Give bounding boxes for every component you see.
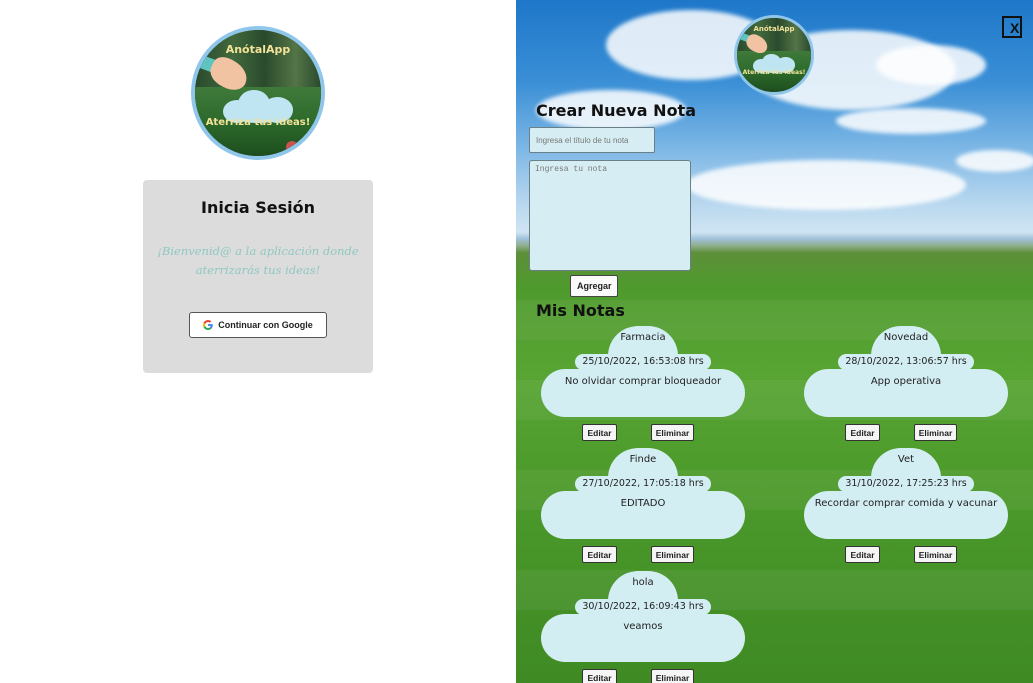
logo-tagline: Aterriza tus ideas! — [742, 68, 806, 76]
note-title: Farmacia — [608, 326, 678, 356]
app-logo-small: AnótalApp Aterriza tus ideas! — [734, 15, 814, 95]
app-root: AnótalApp Aterriza tus ideas! Inicia Ses… — [0, 0, 1033, 683]
note-date: 30/10/2022, 16:09:43 hrs — [575, 599, 711, 615]
note-body: veamos — [541, 614, 745, 662]
edit-note-button[interactable]: Editar — [582, 669, 617, 683]
delete-note-button[interactable]: Eliminar — [914, 424, 957, 441]
note-date: 31/10/2022, 17:25:23 hrs — [838, 476, 974, 492]
login-title: Inicia Sesión — [201, 198, 315, 217]
delete-note-button[interactable]: Eliminar — [651, 669, 694, 683]
sky-cloud — [876, 45, 986, 85]
note-card: Novedad 28/10/2022, 13:06:57 hrs App ope… — [804, 326, 1008, 442]
note-card: Finde 27/10/2022, 17:05:18 hrs EDITADO E… — [541, 448, 745, 564]
delete-note-button[interactable]: Eliminar — [914, 546, 957, 563]
note-body-textarea[interactable] — [529, 160, 691, 271]
create-note-title: Crear Nueva Nota — [536, 101, 696, 120]
logo-tagline: Aterriza tus ideas! — [205, 117, 311, 129]
edit-note-button[interactable]: Editar — [845, 424, 880, 441]
sky-cloud — [686, 160, 966, 210]
close-button[interactable]: X — [1002, 16, 1022, 38]
note-body: Recordar comprar comida y vacunar — [804, 491, 1008, 539]
app-logo: AnótalApp Aterriza tus ideas! — [191, 26, 325, 160]
login-pane: AnótalApp Aterriza tus ideas! Inicia Ses… — [0, 0, 516, 683]
edit-note-button[interactable]: Editar — [845, 546, 880, 563]
sky-cloud — [836, 108, 986, 134]
google-button-label: Continuar con Google — [218, 320, 313, 330]
login-card: Inicia Sesión ¡Bienvenid@ a la aplicació… — [143, 180, 373, 373]
note-body: No olvidar comprar bloqueador — [541, 369, 745, 417]
note-date: 27/10/2022, 17:05:18 hrs — [575, 476, 711, 492]
note-body: App operativa — [804, 369, 1008, 417]
note-card: hola 30/10/2022, 16:09:43 hrs veamos Edi… — [541, 571, 745, 683]
note-title: hola — [608, 571, 678, 601]
note-title: Vet — [871, 448, 941, 478]
delete-note-button[interactable]: Eliminar — [651, 546, 694, 563]
note-body: EDITADO — [541, 491, 745, 539]
edit-note-button[interactable]: Editar — [582, 424, 617, 441]
edit-note-button[interactable]: Editar — [582, 546, 617, 563]
sky-cloud — [956, 150, 1033, 172]
note-date: 28/10/2022, 13:06:57 hrs — [838, 354, 974, 370]
my-notes-title: Mis Notas — [536, 301, 625, 320]
note-title: Finde — [608, 448, 678, 478]
note-date: 25/10/2022, 16:53:08 hrs — [575, 354, 711, 370]
google-icon — [203, 320, 214, 330]
welcome-message: ¡Bienvenid@ a la aplicación donde aterri… — [157, 244, 359, 277]
logo-title: AnótalApp — [225, 42, 291, 56]
google-signin-button[interactable]: Continuar con Google — [189, 312, 327, 338]
logo-title: AnótalApp — [753, 25, 795, 34]
delete-note-button[interactable]: Eliminar — [651, 424, 694, 441]
add-note-button[interactable]: Agregar — [570, 275, 618, 297]
note-card: Farmacia 25/10/2022, 16:53:08 hrs No olv… — [541, 326, 745, 442]
note-card: Vet 31/10/2022, 17:25:23 hrs Recordar co… — [804, 448, 1008, 564]
note-title-input[interactable] — [529, 127, 655, 153]
note-title: Novedad — [871, 326, 941, 356]
